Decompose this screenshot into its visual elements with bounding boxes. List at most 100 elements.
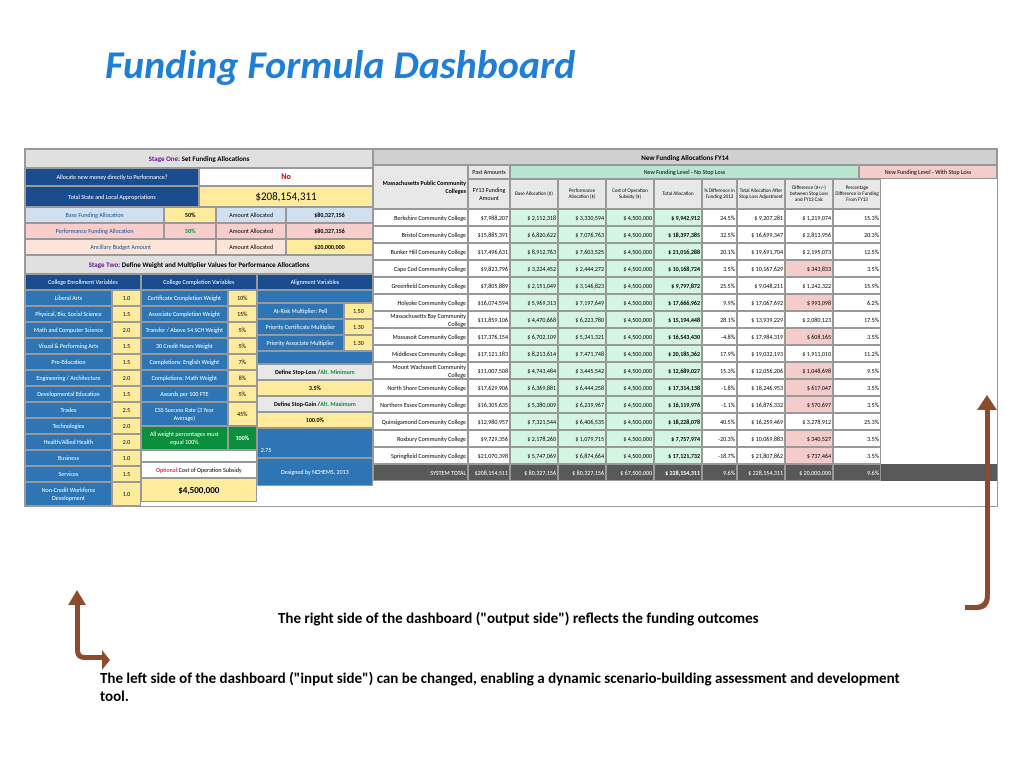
total-approp-label: Total State and Local Appropriations (25, 186, 199, 207)
pct-diff: 40.5% (702, 413, 737, 430)
college-name: Roxbury Community College (373, 430, 468, 447)
align-val[interactable]: 1.30 (344, 335, 373, 351)
college-name: Massasoit Community College (373, 328, 468, 345)
pct-sl: 6.2% (833, 294, 881, 311)
diff-sl: $ 993,098 (785, 294, 833, 311)
enroll-val[interactable]: 1.0 (112, 450, 141, 466)
complete-var: Completions: Math Weight (141, 370, 228, 386)
wsl-col-hdr: Difference ($+/-) between Stop Loss and … (785, 179, 833, 209)
stop-gain-label: Define Stop-Gain / Alt. Maximum (257, 396, 373, 412)
enroll-val[interactable]: 1.5 (112, 386, 141, 402)
enroll-val[interactable]: 2.0 (112, 418, 141, 434)
fy13-hdr: FY13 Funding Amount (468, 179, 510, 209)
pct-sl: 3.5% (833, 447, 881, 464)
enroll-val[interactable]: 1.5 (112, 306, 141, 322)
perf-alloc: $ 2,444,272 (558, 260, 606, 277)
perf-alloc: $ 3,330,594 (558, 209, 606, 226)
pct-diff: 20.1% (702, 243, 737, 260)
perf-fund-label: Performance Funding Allocation (25, 223, 164, 239)
perf-fund-amt: $80,327,156 (286, 223, 373, 239)
enroll-val[interactable]: 1.5 (112, 354, 141, 370)
pct-sl: 3.5% (833, 328, 881, 345)
cost-subsidy: $ 4,500,000 (606, 328, 654, 345)
cost-subsidy: $ 4,500,000 (606, 447, 654, 464)
complete-val[interactable]: 45% (228, 402, 257, 426)
allocate-value[interactable]: No (199, 168, 373, 186)
amount-allocated-label: Amount Allocated (216, 207, 286, 223)
subsidy-val[interactable]: $4,500,000 (141, 478, 257, 502)
callout-right: The right side of the dashboard ("output… (278, 610, 998, 628)
cost-subsidy: $ 4,500,000 (606, 243, 654, 260)
complete-val[interactable]: 15% (228, 306, 257, 322)
align-var: At-Risk Multiplier: Pell (257, 303, 344, 319)
fy13-val: $11,859,106 (468, 311, 510, 328)
callout-left: The left side of the dashboard ("input s… (100, 670, 930, 706)
base-alloc: $ 7,321,544 (510, 413, 558, 430)
align-val[interactable]: 1.50 (344, 303, 373, 319)
align-val[interactable]: 1.30 (344, 319, 373, 335)
nsl-col-hdr: Performance Allocation ($) (558, 179, 606, 209)
complete-val[interactable]: 7% (228, 354, 257, 370)
enroll-val[interactable]: 1.0 (112, 482, 141, 506)
complete-val[interactable]: 8% (228, 370, 257, 386)
base-fund-pct[interactable]: 50% (164, 207, 216, 223)
weight-total-val: 100% (228, 426, 257, 450)
fy13-val: $12,980,957 (468, 413, 510, 430)
complete-val[interactable]: 5% (228, 338, 257, 354)
enroll-var: Business (25, 450, 112, 466)
complete-val[interactable]: 5% (228, 322, 257, 338)
enroll-var: Technologies (25, 418, 112, 434)
total-alloc: $ 17,314,138 (654, 379, 702, 396)
college-name: Massachusetts Bay Community College (373, 311, 468, 328)
total-alloc: $ 18,397,385 (654, 226, 702, 243)
complete-var: Awards per 100 FTE (141, 386, 228, 402)
enroll-val[interactable]: 2.0 (112, 370, 141, 386)
total-alloc: $ 16,119,976 (654, 396, 702, 413)
col-align-hdr: Alignment Variables (257, 274, 373, 290)
enroll-val[interactable]: 1.0 (112, 290, 141, 306)
perf-alloc: $ 7,471,748 (558, 345, 606, 362)
perf-alloc: $ 6,223,780 (558, 311, 606, 328)
college-name: Greenfield Community College (373, 277, 468, 294)
complete-val[interactable]: 10% (228, 290, 257, 306)
enroll-val[interactable]: 1.5 (112, 338, 141, 354)
complete-var: CSS Success Rate (3 Year Average) (141, 402, 228, 426)
fy13-val: $16,305,635 (468, 396, 510, 413)
cost-subsidy: $ 4,500,000 (606, 362, 654, 379)
cost-subsidy: $ 4,500,000 (606, 396, 654, 413)
complete-val[interactable]: 5% (228, 386, 257, 402)
nsl-col-hdr: Total Allocation (654, 179, 702, 209)
fy13-val: $17,496,631 (468, 243, 510, 260)
stage2-header: Stage Two: Define Weight and Multiplier … (25, 255, 373, 274)
attrib-cell: 2.75 (257, 428, 373, 458)
diff-sl: $ 608,165 (785, 328, 833, 345)
enroll-val[interactable]: 2.5 (112, 402, 141, 418)
base-alloc: $ 8,912,763 (510, 243, 558, 260)
diff-sl: $ 3,278,912 (785, 413, 833, 430)
fy13-val: $9,729,356 (468, 430, 510, 447)
fy13-val: $21,070,398 (468, 447, 510, 464)
enroll-val[interactable]: 2.0 (112, 434, 141, 450)
ancillary-amt[interactable]: $20,000,000 (286, 239, 373, 255)
enroll-val[interactable]: 1.5 (112, 466, 141, 482)
total-sl: $ 19,691,704 (737, 243, 785, 260)
diff-sl: $ 1,242,322 (785, 277, 833, 294)
stop-loss-val[interactable]: 3.5% (257, 380, 373, 396)
enroll-val[interactable]: 2.0 (112, 322, 141, 338)
base-alloc: $ 4,743,484 (510, 362, 558, 379)
fy13-val: $17,629,906 (468, 379, 510, 396)
total-approp-value[interactable]: $208,154,311 (199, 186, 373, 207)
pct-diff: 17.9% (702, 345, 737, 362)
page-title: Funding Formula Dashboard (0, 0, 1024, 109)
right-title: New Funding Allocations FY14 (373, 149, 997, 165)
total-sl: $ 16,259,469 (737, 413, 785, 430)
perf-alloc: $ 6,406,535 (558, 413, 606, 430)
cost-subsidy: $ 4,500,000 (606, 294, 654, 311)
optional-label: Optional: Cost of Operation Subsidy (141, 462, 257, 478)
nsl-col-hdr: Base Allocation ($) (510, 179, 558, 209)
perf-fund-pct[interactable]: 50% (164, 223, 216, 239)
complete-var: Transfer / Above 54 SCH Weight (141, 322, 228, 338)
pct-diff: -20.3% (702, 430, 737, 447)
stop-gain-val[interactable]: 100.0% (257, 412, 373, 428)
cost-subsidy: $ 4,500,000 (606, 277, 654, 294)
